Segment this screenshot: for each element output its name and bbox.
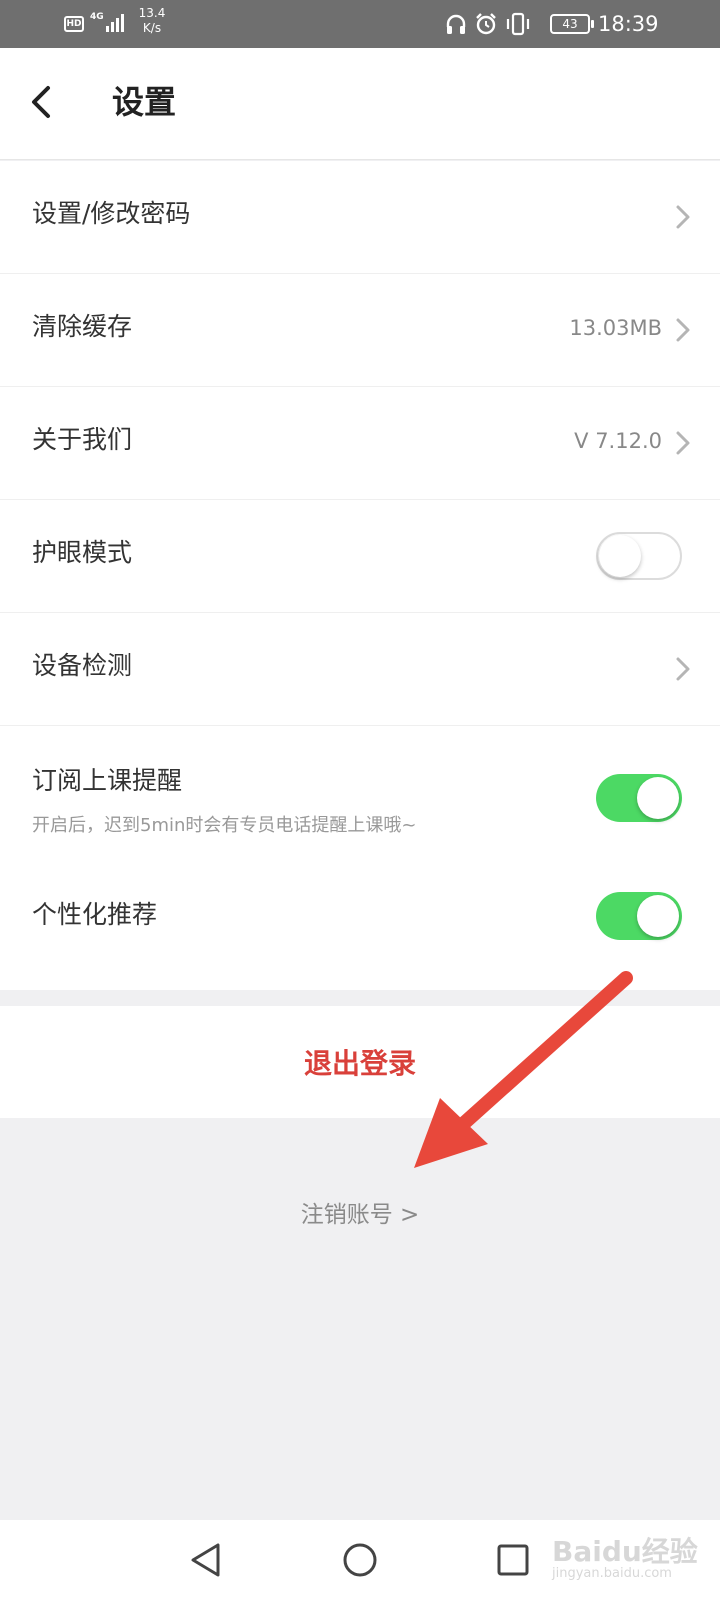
cancel-account-link[interactable]: 注销账号 > xyxy=(0,1200,720,1230)
nav-recent-icon[interactable] xyxy=(496,1542,530,1578)
chevron-right-icon xyxy=(676,657,690,681)
eye-mode-toggle[interactable] xyxy=(596,532,682,580)
signal-icon xyxy=(106,14,124,32)
setting-description: 开启后，迟到5min时会有专员电话提醒上课哦~ xyxy=(32,815,417,836)
toggle-knob xyxy=(637,895,679,937)
battery-icon: 43 xyxy=(550,14,594,34)
setting-row-device-check[interactable]: 设备检测 xyxy=(0,613,720,726)
hd-badge: HD xyxy=(64,16,84,32)
nav-home-icon[interactable] xyxy=(342,1540,378,1580)
nav-back-icon[interactable] xyxy=(188,1540,224,1580)
watermark-text: Baidu经验 xyxy=(552,1535,698,1568)
setting-label: 设置/修改密码 xyxy=(32,199,191,228)
setting-row-class-reminder: 订阅上课提醒 开启后，迟到5min时会有专员电话提醒上课哦~ xyxy=(0,726,720,872)
annotation-arrow-icon xyxy=(414,971,633,1168)
setting-label: 护眼模式 xyxy=(32,538,133,567)
network-speed-value: 13.4 xyxy=(138,6,166,20)
chevron-right-icon xyxy=(676,205,690,229)
setting-row-password[interactable]: 设置/修改密码 xyxy=(0,161,720,274)
toggle-knob xyxy=(637,777,679,819)
setting-label: 设备检测 xyxy=(32,651,133,680)
status-time: 18:39 xyxy=(598,12,659,36)
network-speed-unit: K/s xyxy=(142,21,162,35)
cache-size: 13.03MB xyxy=(569,316,662,340)
vibrate-icon xyxy=(506,12,530,36)
setting-label: 个性化推荐 xyxy=(32,900,158,929)
setting-row-about[interactable]: 关于我们 V 7.12.0 xyxy=(0,387,720,500)
alarm-icon xyxy=(476,13,496,35)
settings-list: 设置/修改密码 清除缓存 13.03MB 关于我们 V 7.12.0 护眼模式 … xyxy=(0,161,720,990)
setting-row-clear-cache[interactable]: 清除缓存 13.03MB xyxy=(0,274,720,387)
class-reminder-toggle[interactable] xyxy=(596,774,682,822)
header: 设置 xyxy=(0,48,720,160)
baidu-watermark: Baidu经验 jingyan.baidu.com xyxy=(552,1530,712,1590)
app-version: V 7.12.0 xyxy=(574,429,662,453)
chevron-left-icon[interactable] xyxy=(24,80,64,124)
setting-row-eye-mode: 护眼模式 xyxy=(0,500,720,613)
setting-label: 清除缓存 xyxy=(32,312,133,341)
personalized-toggle[interactable] xyxy=(596,892,682,940)
network-type: 4G xyxy=(90,12,104,22)
network-speed: 13.4 K/s xyxy=(134,6,170,36)
headphones-icon xyxy=(446,14,466,34)
status-bar: HD 4G 13.4 K/s 43 18:39 xyxy=(0,0,720,48)
toggle-knob xyxy=(599,535,641,577)
chevron-right-icon xyxy=(676,318,690,342)
page-title: 设置 xyxy=(112,83,177,121)
setting-label: 关于我们 xyxy=(32,425,133,454)
watermark-url: jingyan.baidu.com xyxy=(552,1566,672,1581)
setting-label: 订阅上课提醒 xyxy=(32,766,183,795)
chevron-right-icon xyxy=(676,431,690,455)
